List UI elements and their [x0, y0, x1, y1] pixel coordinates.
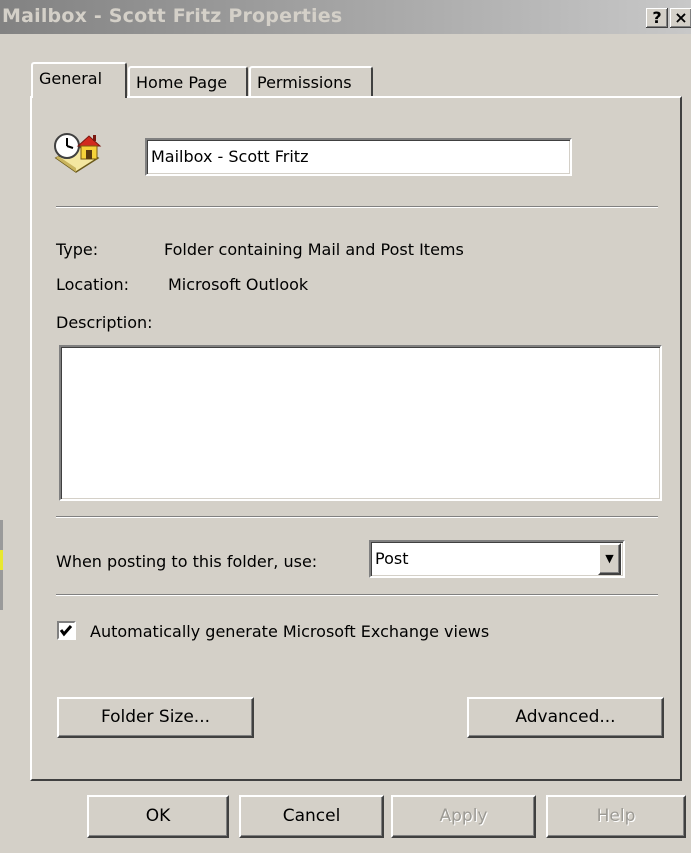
help-button[interactable]: Help: [546, 795, 686, 838]
description-textarea[interactable]: [59, 345, 662, 501]
tab-general[interactable]: General: [31, 62, 127, 98]
posting-form-value: Post: [375, 549, 409, 568]
checkmark-icon: [59, 625, 73, 637]
cancel-button[interactable]: Cancel: [239, 795, 384, 838]
apply-button[interactable]: Apply: [391, 795, 536, 838]
title-bar[interactable]: Mailbox - Scott Fritz Properties ? ×: [0, 0, 691, 34]
separator-top: [56, 206, 658, 208]
general-tab-panel: Mailbox - Scott Fritz Type: Folder conta…: [30, 96, 682, 781]
mailbox-folder-icon: [52, 128, 102, 174]
close-title-button[interactable]: ×: [670, 8, 691, 28]
separator-lower: [56, 594, 658, 596]
ok-button[interactable]: OK: [87, 795, 229, 838]
description-label: Description:: [56, 313, 153, 332]
tab-permissions[interactable]: Permissions: [249, 66, 373, 96]
edge-artifact-highlight: [0, 550, 3, 570]
dropdown-arrow-button[interactable]: ▼: [598, 543, 621, 575]
help-title-button[interactable]: ?: [646, 8, 668, 28]
window-title: Mailbox - Scott Fritz Properties: [2, 5, 343, 27]
type-value: Folder containing Mail and Post Items: [164, 240, 464, 259]
folder-name-value: Mailbox - Scott Fritz: [151, 147, 309, 166]
auto-views-checkbox[interactable]: [57, 621, 76, 640]
advanced-button[interactable]: Advanced...: [467, 697, 664, 738]
separator-middle: [56, 516, 658, 518]
folder-size-button[interactable]: Folder Size...: [57, 697, 254, 738]
tab-home-page[interactable]: Home Page: [128, 66, 248, 96]
location-value: Microsoft Outlook: [168, 275, 309, 294]
type-label: Type:: [56, 240, 99, 259]
posting-form-select[interactable]: Post ▼: [369, 540, 625, 578]
auto-views-label: Automatically generate Microsoft Exchang…: [90, 622, 490, 641]
posting-label: When posting to this folder, use:: [56, 552, 318, 571]
folder-name-field[interactable]: Mailbox - Scott Fritz: [145, 138, 572, 176]
location-label: Location:: [56, 275, 130, 294]
chevron-down-icon: ▼: [605, 552, 614, 565]
